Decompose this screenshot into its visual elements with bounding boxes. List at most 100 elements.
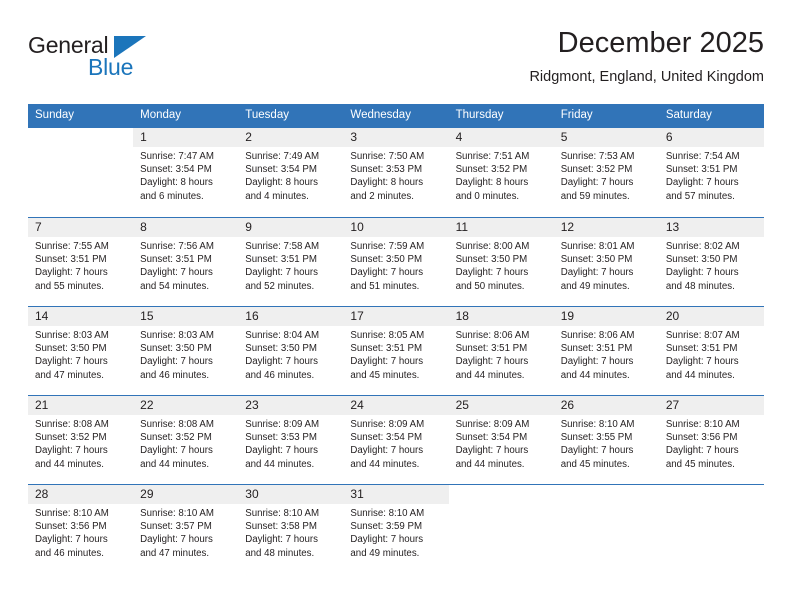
day-cell[interactable]: 21 Sunrise: 8:08 AM Sunset: 3:52 PM Dayl… (28, 396, 134, 484)
day-number (658, 485, 764, 504)
sunrise-text: Sunrise: 8:09 AM (455, 419, 530, 430)
sunset-text: Sunset: 3:58 PM (245, 521, 317, 533)
sunrise-text: Sunrise: 7:55 AM (35, 241, 109, 252)
day-cell[interactable]: 30 Sunrise: 8:10 AM Sunset: 3:58 PM Dayl… (238, 485, 344, 573)
daylight-text-line1: Daylight: 8 hours (140, 177, 213, 189)
day-cell[interactable]: 9 Sunrise: 7:58 AM Sunset: 3:51 PM Dayli… (238, 218, 344, 306)
day-number (553, 485, 659, 504)
day-cell[interactable]: 14 Sunrise: 8:03 AM Sunset: 3:50 PM Dayl… (28, 307, 134, 395)
day-cell[interactable]: 13 Sunrise: 8:02 AM Sunset: 3:50 PM Dayl… (658, 218, 764, 306)
daylight-text-line2: and 44 minutes. (455, 369, 525, 381)
day-number: 25 (448, 396, 554, 415)
day-info: Sunrise: 8:10 AM Sunset: 3:55 PM Dayligh… (554, 415, 659, 471)
day-cell[interactable]: 11 Sunrise: 8:00 AM Sunset: 3:50 PM Dayl… (448, 218, 554, 306)
daylight-text-line2: and 6 minutes. (140, 190, 204, 202)
daylight-text-line1: Daylight: 7 hours (35, 267, 108, 279)
daylight-text-line1: Daylight: 7 hours (455, 267, 529, 279)
day-cell[interactable]: 7 Sunrise: 7:55 AM Sunset: 3:51 PM Dayli… (28, 218, 134, 306)
day-number: 20 (658, 307, 764, 326)
daylight-text-line1: Daylight: 7 hours (140, 534, 213, 546)
day-cell[interactable]: 6 Sunrise: 7:54 AM Sunset: 3:51 PM Dayli… (658, 128, 764, 217)
sunset-text: Sunset: 3:54 PM (140, 164, 212, 176)
day-number: 6 (658, 128, 764, 147)
general-blue-logo[interactable]: General Blue (28, 32, 218, 92)
day-cell[interactable]: 1 Sunrise: 7:47 AM Sunset: 3:54 PM Dayli… (133, 128, 239, 217)
sunset-text: Sunset: 3:51 PM (350, 343, 423, 355)
sunset-text: Sunset: 3:51 PM (140, 254, 212, 266)
day-info: Sunrise: 8:10 AM Sunset: 3:57 PM Dayligh… (133, 504, 238, 560)
sunset-text: Sunset: 3:52 PM (560, 164, 633, 176)
day-info: Sunrise: 8:08 AM Sunset: 3:52 PM Dayligh… (133, 415, 238, 471)
daylight-text-line2: and 49 minutes. (560, 280, 630, 292)
day-info: Sunrise: 8:06 AM Sunset: 3:51 PM Dayligh… (449, 326, 554, 382)
day-cell[interactable]: 18 Sunrise: 8:06 AM Sunset: 3:51 PM Dayl… (448, 307, 554, 395)
daylight-text-line1: Daylight: 7 hours (665, 445, 739, 457)
day-info (449, 504, 554, 507)
day-cell[interactable]: 12 Sunrise: 8:01 AM Sunset: 3:50 PM Dayl… (553, 218, 659, 306)
day-info: Sunrise: 8:09 AM Sunset: 3:54 PM Dayligh… (343, 415, 448, 471)
day-cell[interactable]: 24 Sunrise: 8:09 AM Sunset: 3:54 PM Dayl… (343, 396, 449, 484)
day-number: 15 (133, 307, 239, 326)
week-row: 28 Sunrise: 8:10 AM Sunset: 3:56 PM Dayl… (28, 484, 764, 573)
day-cell[interactable]: 8 Sunrise: 7:56 AM Sunset: 3:51 PM Dayli… (133, 218, 239, 306)
day-cell[interactable]: 20 Sunrise: 8:07 AM Sunset: 3:51 PM Dayl… (658, 307, 764, 395)
weekday-header-thursday: Thursday (455, 109, 504, 121)
weekday-header-tuesday: Tuesday (245, 109, 289, 121)
day-number: 18 (448, 307, 554, 326)
day-cell[interactable]: 17 Sunrise: 8:05 AM Sunset: 3:51 PM Dayl… (343, 307, 449, 395)
day-number: 14 (28, 307, 134, 326)
day-cell[interactable]: 28 Sunrise: 8:10 AM Sunset: 3:56 PM Dayl… (28, 485, 134, 573)
day-number: 3 (343, 128, 449, 147)
daylight-text-line2: and 45 minutes. (560, 458, 630, 470)
day-cell[interactable]: 26 Sunrise: 8:10 AM Sunset: 3:55 PM Dayl… (553, 396, 659, 484)
daylight-text-line1: Daylight: 7 hours (245, 445, 318, 457)
day-cell (28, 128, 134, 217)
day-cell[interactable]: 2 Sunrise: 7:49 AM Sunset: 3:54 PM Dayli… (238, 128, 344, 217)
day-number (28, 128, 134, 147)
day-cell[interactable]: 22 Sunrise: 8:08 AM Sunset: 3:52 PM Dayl… (133, 396, 239, 484)
day-cell[interactable]: 16 Sunrise: 8:04 AM Sunset: 3:50 PM Dayl… (238, 307, 344, 395)
daylight-text-line2: and 45 minutes. (665, 458, 735, 470)
day-cell[interactable]: 25 Sunrise: 8:09 AM Sunset: 3:54 PM Dayl… (448, 396, 554, 484)
sunrise-text: Sunrise: 8:06 AM (560, 330, 635, 341)
sunset-text: Sunset: 3:52 PM (140, 432, 212, 444)
day-cell (658, 485, 764, 573)
daylight-text-line1: Daylight: 7 hours (455, 356, 529, 368)
daylight-text-line2: and 54 minutes. (140, 280, 210, 292)
sunset-text: Sunset: 3:54 PM (455, 432, 528, 444)
daylight-text-line1: Daylight: 7 hours (665, 356, 739, 368)
daylight-text-line1: Daylight: 7 hours (665, 267, 739, 279)
day-info: Sunrise: 8:01 AM Sunset: 3:50 PM Dayligh… (554, 237, 659, 293)
day-cell[interactable]: 3 Sunrise: 7:50 AM Sunset: 3:53 PM Dayli… (343, 128, 449, 217)
day-number: 22 (133, 396, 239, 415)
day-number: 8 (133, 218, 239, 237)
day-number: 28 (28, 485, 134, 504)
day-number: 29 (133, 485, 239, 504)
daylight-text-line1: Daylight: 8 hours (350, 177, 424, 189)
day-cell[interactable]: 5 Sunrise: 7:53 AM Sunset: 3:52 PM Dayli… (553, 128, 659, 217)
day-number: 7 (28, 218, 134, 237)
daylight-text-line1: Daylight: 7 hours (560, 356, 634, 368)
sunset-text: Sunset: 3:56 PM (35, 521, 107, 533)
day-cell[interactable]: 27 Sunrise: 8:10 AM Sunset: 3:56 PM Dayl… (658, 396, 764, 484)
day-cell[interactable]: 31 Sunrise: 8:10 AM Sunset: 3:59 PM Dayl… (343, 485, 449, 573)
day-info (28, 147, 133, 150)
daylight-text-line1: Daylight: 7 hours (140, 356, 213, 368)
sunset-text: Sunset: 3:51 PM (245, 254, 317, 266)
sunrise-text: Sunrise: 8:10 AM (245, 508, 320, 519)
day-info: Sunrise: 8:09 AM Sunset: 3:54 PM Dayligh… (449, 415, 554, 471)
day-cell[interactable]: 10 Sunrise: 7:59 AM Sunset: 3:50 PM Dayl… (343, 218, 449, 306)
day-cell[interactable]: 29 Sunrise: 8:10 AM Sunset: 3:57 PM Dayl… (133, 485, 239, 573)
day-info (659, 504, 764, 507)
sunrise-text: Sunrise: 7:47 AM (140, 151, 214, 162)
sunrise-text: Sunrise: 8:10 AM (140, 508, 214, 519)
sunrise-text: Sunrise: 8:02 AM (665, 241, 740, 252)
day-cell[interactable]: 19 Sunrise: 8:06 AM Sunset: 3:51 PM Dayl… (553, 307, 659, 395)
day-info (554, 504, 659, 507)
day-number: 2 (238, 128, 344, 147)
sunrise-text: Sunrise: 8:03 AM (35, 330, 109, 341)
day-cell[interactable]: 15 Sunrise: 8:03 AM Sunset: 3:50 PM Dayl… (133, 307, 239, 395)
daylight-text-line2: and 46 minutes. (245, 369, 315, 381)
day-cell[interactable]: 23 Sunrise: 8:09 AM Sunset: 3:53 PM Dayl… (238, 396, 344, 484)
day-cell[interactable]: 4 Sunrise: 7:51 AM Sunset: 3:52 PM Dayli… (448, 128, 554, 217)
